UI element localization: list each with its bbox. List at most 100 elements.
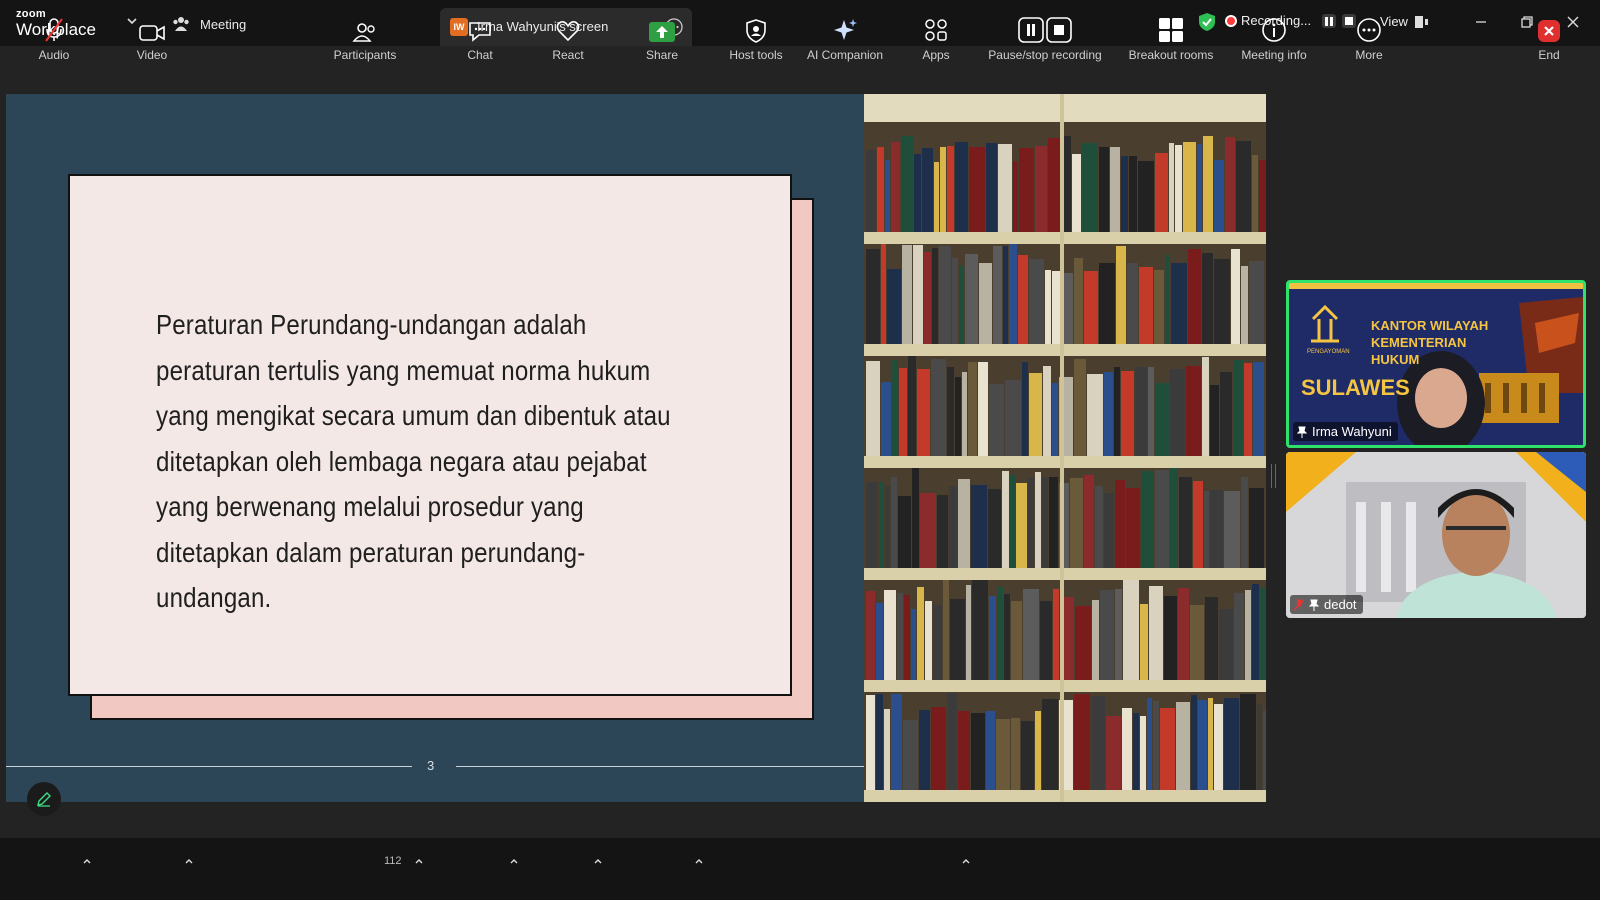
muted-mic-icon (45, 18, 63, 42)
book (1018, 255, 1028, 344)
book (958, 711, 970, 790)
book (1149, 586, 1163, 680)
book (917, 369, 930, 456)
pause-stop-recording-button[interactable]: Pause/stop recording (982, 0, 1108, 62)
book (902, 245, 912, 344)
book (1021, 721, 1034, 790)
book (1170, 369, 1185, 456)
book (1084, 475, 1094, 568)
book (1205, 597, 1218, 680)
book (1016, 483, 1027, 568)
info-icon (1262, 18, 1286, 42)
book (943, 580, 949, 680)
apps-icon (925, 19, 947, 41)
tab-meeting-label: Meeting (200, 16, 247, 32)
view-layout-icon (1414, 15, 1428, 28)
chat-button[interactable]: Chat (460, 0, 500, 62)
book (1011, 601, 1022, 680)
meeting-info-button[interactable]: Meeting info (1236, 0, 1312, 62)
book (884, 709, 890, 790)
end-meeting-button[interactable]: End (1534, 0, 1564, 62)
tab-meeting[interactable]: Meeting (172, 12, 246, 36)
book (986, 711, 995, 790)
apps-button[interactable]: Apps (916, 0, 956, 62)
book (1249, 261, 1264, 344)
participants-icon (352, 23, 375, 42)
book (1220, 372, 1232, 456)
react-button[interactable]: React (548, 0, 588, 62)
book (919, 710, 930, 790)
book (1035, 146, 1047, 232)
annotate-button[interactable] (27, 782, 61, 816)
book (1095, 486, 1103, 568)
participants-options-caret-icon[interactable] (414, 857, 424, 865)
book (1193, 481, 1203, 568)
pin-icon (1309, 599, 1319, 611)
ai-companion-button[interactable]: AI Companion (804, 0, 886, 62)
book (1106, 716, 1121, 790)
book (1260, 588, 1266, 680)
book (1003, 246, 1008, 344)
book (866, 591, 875, 680)
book (1210, 385, 1219, 456)
pause-stop-recording-icon (1018, 17, 1072, 43)
book (1240, 694, 1256, 790)
book (914, 154, 921, 232)
book (885, 160, 890, 232)
shelf-plank (864, 232, 1266, 244)
audio-options-caret-icon[interactable] (82, 857, 92, 865)
book (1179, 477, 1192, 568)
book (1178, 588, 1189, 680)
book (1176, 702, 1190, 790)
book (1022, 362, 1028, 456)
book (993, 246, 1002, 344)
book (1203, 136, 1213, 232)
book (969, 147, 985, 232)
breakout-rooms-button[interactable]: Breakout rooms (1124, 0, 1218, 62)
close-icon[interactable] (1564, 13, 1582, 31)
book (885, 486, 890, 568)
video-tile-dedot[interactable]: dedot (1286, 452, 1586, 618)
book (1191, 695, 1197, 790)
book (911, 609, 916, 680)
apps-options-caret-icon[interactable] (961, 857, 971, 865)
book (1155, 383, 1169, 456)
book (947, 693, 957, 790)
share-button[interactable]: Share (642, 0, 682, 62)
video-options-caret-icon[interactable] (184, 857, 194, 865)
share-options-caret-icon[interactable] (694, 857, 704, 865)
book (940, 147, 946, 232)
book (1074, 694, 1090, 790)
apps-label: Apps (922, 48, 950, 62)
book (1099, 147, 1109, 232)
chat-options-caret-icon[interactable] (509, 857, 519, 865)
book (891, 142, 900, 232)
participants-button[interactable]: Participants (330, 0, 400, 62)
more-icon (1357, 18, 1381, 42)
panel-resize-handle[interactable] (1271, 464, 1276, 488)
book (912, 468, 919, 568)
more-button[interactable]: More (1349, 0, 1389, 62)
meeting-toolbar (0, 838, 1600, 900)
banner-line: KEMENTERIAN (1371, 335, 1467, 350)
pause-recording-button[interactable] (1322, 14, 1336, 28)
shelf-plank (864, 344, 1266, 356)
book (1231, 249, 1240, 344)
host-tools-button[interactable]: Host tools (724, 0, 788, 62)
book (1190, 605, 1204, 680)
end-label: End (1538, 48, 1560, 62)
book (988, 489, 1001, 568)
book (1074, 258, 1083, 344)
book (1197, 144, 1202, 232)
book (1072, 154, 1081, 232)
react-options-caret-icon[interactable] (593, 857, 603, 865)
audio-button[interactable]: Audio (34, 0, 74, 62)
video-button[interactable]: Video (130, 0, 174, 62)
video-tile-irma-wahyuni[interactable]: KANTOR WILAYAH KEMENTERIAN HUKUM PENGAYO… (1286, 280, 1586, 448)
book (1019, 148, 1034, 232)
book (1042, 699, 1058, 790)
book (925, 601, 932, 680)
library-bookshelf-image (864, 94, 1266, 802)
minimize-icon[interactable] (1472, 13, 1490, 31)
book (966, 585, 971, 680)
